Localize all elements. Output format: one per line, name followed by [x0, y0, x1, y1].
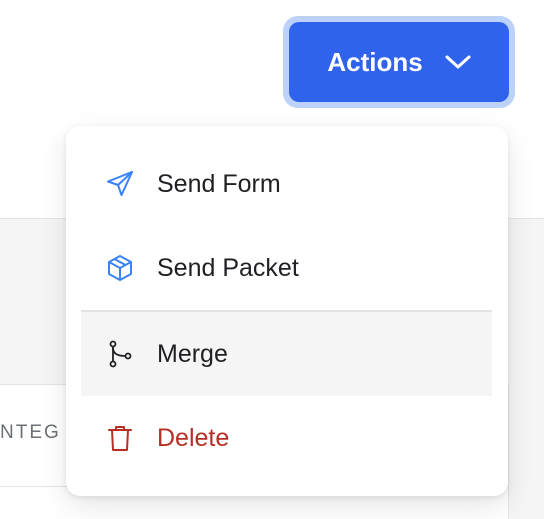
menu-item-send-form[interactable]: Send Form: [81, 142, 492, 226]
menu-item-merge[interactable]: Merge: [81, 312, 492, 396]
menu-item-label: Send Packet: [157, 253, 299, 282]
menu-item-label: Delete: [157, 423, 230, 452]
send-icon: [105, 169, 135, 199]
menu-item-label: Send Form: [157, 169, 281, 198]
actions-dropdown-menu: Send Form Send Packet Merge Delete: [66, 126, 508, 496]
menu-item-label: Merge: [157, 339, 228, 368]
menu-item-delete[interactable]: Delete: [81, 396, 492, 480]
merge-icon: [105, 339, 135, 369]
menu-caret: [457, 116, 477, 126]
actions-button[interactable]: Actions: [289, 22, 509, 102]
menu-item-send-packet[interactable]: Send Packet: [81, 226, 492, 310]
table-column-header: NTEG: [0, 422, 61, 443]
trash-icon: [105, 423, 135, 453]
chevron-down-icon: [445, 54, 471, 70]
package-icon: [105, 253, 135, 283]
actions-button-label: Actions: [327, 46, 423, 77]
